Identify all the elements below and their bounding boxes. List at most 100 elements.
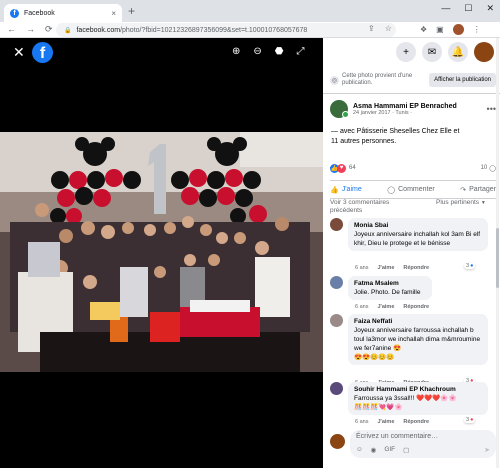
camera-icon[interactable]: ◉ xyxy=(371,446,377,454)
comment-reaction-badge[interactable]: 3 ● xyxy=(464,417,476,423)
browser-window: f Facebook × + — ☐ ✕ ← → ⟳ 🔒 facebook.co… xyxy=(0,0,500,468)
comment-like-button[interactable]: J'aime xyxy=(377,419,394,425)
panel-top-bar: + ✉ 🔔 xyxy=(323,38,500,66)
comment-reply-button[interactable]: Répondre xyxy=(403,304,429,310)
commenter-name[interactable]: Monia Sbai xyxy=(354,221,482,230)
address-icons: ⇪ ☆ xyxy=(368,24,392,33)
comment-text: Farroussa ya 3ssal!!! ❤️❤️❤️🌸🌸 xyxy=(354,395,457,402)
comment-text: Jolie. Photo. De famille xyxy=(354,289,421,296)
sort-comments-dropdown[interactable]: Plus pertinents ▼ xyxy=(436,199,486,208)
sticker-icon[interactable]: ▢ xyxy=(403,446,409,454)
tab-close-icon[interactable]: × xyxy=(111,9,116,18)
scrollbar[interactable] xyxy=(496,38,499,468)
messenger-icon[interactable]: ✉ xyxy=(422,42,442,62)
profile-avatar[interactable] xyxy=(452,24,464,35)
tab-facebook[interactable]: f Facebook × xyxy=(4,4,122,22)
comment-text: Joyeux anniversaire farroussa inchallah … xyxy=(354,327,481,352)
facebook-logo-icon[interactable]: f xyxy=(32,42,53,63)
comment-composer: Écrivez un commentaire… ☺ ◉ GIF ▢ ➤ xyxy=(330,430,496,458)
tag-icon[interactable]: ⬣ xyxy=(275,46,284,57)
comment-button[interactable]: ◯ Commenter xyxy=(387,186,434,194)
more-options-icon[interactable]: ••• xyxy=(487,104,496,114)
divider xyxy=(323,93,500,94)
comment-reply-button[interactable]: Répondre xyxy=(403,265,429,271)
comment-count[interactable]: 10 ◯ xyxy=(481,165,496,172)
comment-time[interactable]: 6 ans xyxy=(355,419,368,425)
post-author: Asma Hammami EP Benrached 24 janvier 201… xyxy=(330,97,496,121)
love-reaction-icon: ● xyxy=(470,417,474,423)
gif-icon[interactable]: GIF xyxy=(384,446,395,454)
zoom-in-icon[interactable]: ⊕ xyxy=(232,46,240,57)
url-domain: facebook.com xyxy=(76,26,121,34)
comment-time[interactable]: 6 ans xyxy=(355,304,368,310)
reload-button[interactable]: ⟳ xyxy=(45,24,53,35)
author-name[interactable]: Asma Hammami EP Benrached xyxy=(353,103,457,110)
fullscreen-icon[interactable]: ⤢ xyxy=(297,46,305,57)
commenter-avatar[interactable] xyxy=(330,314,343,327)
create-plus-icon[interactable]: + xyxy=(396,42,416,62)
sidepanel-icon[interactable]: ▣ xyxy=(436,25,444,34)
share-button[interactable]: ↷ Partager xyxy=(460,186,496,194)
tab-strip: f Facebook × + — ☐ ✕ xyxy=(0,0,500,22)
comment-bubble: Faiza Neffati Joyeux anniversaire farrou… xyxy=(348,314,488,365)
notifications-bell-icon[interactable]: 🔔 xyxy=(448,42,468,62)
chevron-down-icon: ▼ xyxy=(480,200,486,206)
photo-viewer: ✕ f ⊕ ⊖ ⬣ ⤢ xyxy=(0,38,323,468)
commenter-avatar[interactable] xyxy=(330,276,343,289)
forward-button[interactable]: → xyxy=(26,24,35,35)
account-avatar[interactable] xyxy=(474,42,494,62)
scrollbar-thumb[interactable] xyxy=(496,228,499,288)
url-bar[interactable]: 🔒 facebook.com/photo/?fbid=1021232689735… xyxy=(56,23,396,37)
browser-menu-icon[interactable]: ⋮ xyxy=(473,25,481,34)
lock-icon[interactable]: 🔒 xyxy=(64,27,71,34)
comment-reaction-badge[interactable]: 3 ● xyxy=(464,263,476,269)
comment-bubble: Fatma Msalem Jolie. Photo. De famille xyxy=(348,276,432,300)
love-reaction-icon: ♥ xyxy=(337,163,346,173)
post-actions: 👍 J'aime ◯ Commenter ↷ Partager xyxy=(330,182,496,197)
minimize-button[interactable]: — xyxy=(441,3,450,14)
nav-buttons: ← → ⟳ xyxy=(7,24,53,35)
back-button[interactable]: ← xyxy=(7,24,16,35)
view-publication-button[interactable]: Afficher la publication xyxy=(429,73,496,87)
commenter-avatar[interactable] xyxy=(330,218,343,231)
caption-line-1: — avec Pâtisserie Sheselles Chez Elle et xyxy=(331,128,460,135)
bookmark-star-icon[interactable]: ☆ xyxy=(385,24,392,33)
sort-label: Plus pertinents xyxy=(436,199,479,206)
send-icon[interactable]: ➤ xyxy=(484,446,490,454)
comment-placeholder: Écrivez un commentaire… xyxy=(356,433,439,440)
comment-emojis: 🎊🎊🎊💘💗🌸 xyxy=(354,404,403,411)
commenter-avatar[interactable] xyxy=(330,382,343,395)
comment-count-icon: ◯ xyxy=(489,165,496,172)
like-icon: 👍 xyxy=(330,186,339,194)
emoji-icon[interactable]: ☺ xyxy=(356,446,363,454)
reaction-count: 64 xyxy=(349,165,356,171)
comment-reply-button[interactable]: Répondre xyxy=(403,419,429,425)
globe-icon: ◎ xyxy=(330,75,339,85)
zoom-out-icon[interactable]: ⊖ xyxy=(253,46,261,57)
commenter-name[interactable]: Souhir Hammami EP Khachroum xyxy=(354,385,482,394)
extensions-icon[interactable]: ❖ xyxy=(420,25,427,34)
author-avatar[interactable] xyxy=(330,100,349,118)
view-previous-comments-link[interactable]: Voir 3 commentaires précédents xyxy=(330,199,410,214)
commenter-name[interactable]: Fatma Msalem xyxy=(354,279,426,288)
commenter-name[interactable]: Faiza Neffati xyxy=(354,317,482,326)
share-icon[interactable]: ⇪ xyxy=(368,24,375,33)
reactions-summary[interactable]: 👍 ♥ 64 10 ◯ xyxy=(330,162,496,174)
new-tab-button[interactable]: + xyxy=(128,4,135,18)
my-avatar[interactable] xyxy=(330,434,345,449)
caption-line-2: 11 autres personnes. xyxy=(331,138,397,145)
share-label: Partager xyxy=(469,186,496,193)
comment-actions: 6 ans J'aime Répondre xyxy=(355,265,429,271)
close-viewer-icon[interactable]: ✕ xyxy=(13,44,25,61)
comment-input[interactable]: Écrivez un commentaire… ☺ ◉ GIF ▢ ➤ xyxy=(350,430,496,458)
maximize-button[interactable]: ☐ xyxy=(464,3,472,14)
comment-time[interactable]: 6 ans xyxy=(355,265,368,271)
tab-title: Facebook xyxy=(24,9,55,17)
comment-like-button[interactable]: J'aime xyxy=(377,265,394,271)
divider xyxy=(330,180,496,181)
comment-like-button[interactable]: J'aime xyxy=(377,304,394,310)
comment: Monia Sbai Joyeux anniversaire inchallah… xyxy=(330,218,496,271)
post-date[interactable]: 24 janvier 2017 · Tunis · xyxy=(353,110,457,116)
like-button[interactable]: 👍 J'aime xyxy=(330,186,362,194)
close-window-button[interactable]: ✕ xyxy=(486,3,494,14)
